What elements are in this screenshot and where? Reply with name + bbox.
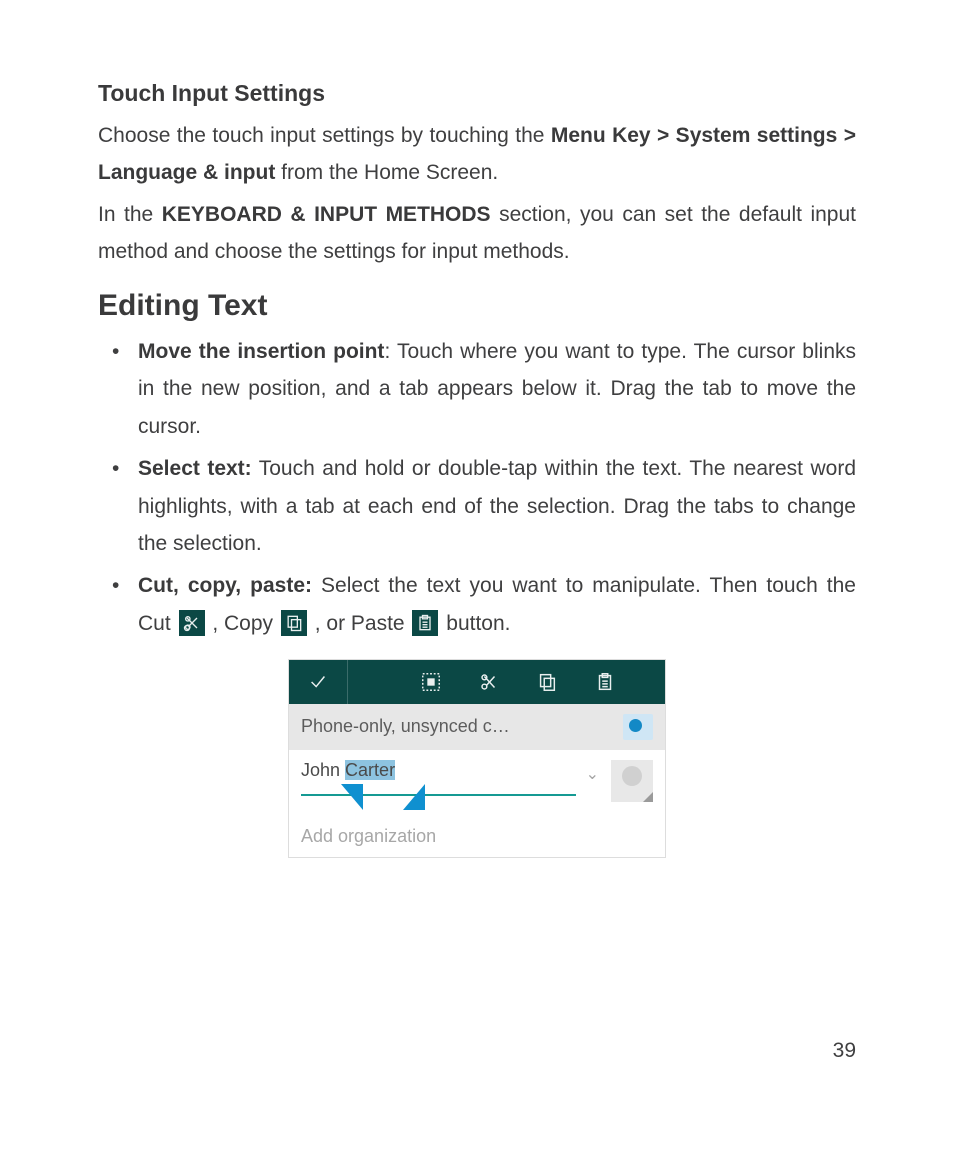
check-icon <box>307 671 329 693</box>
list-item: Move the insertion point: Touch where yo… <box>138 333 856 446</box>
item-text: , Copy <box>207 612 279 635</box>
select-all-icon <box>420 671 442 693</box>
item-label: Move the insertion point <box>138 340 384 363</box>
text: Choose the touch input settings by touch… <box>98 124 551 147</box>
example-screenshot: Phone-only, unsynced c… John Carter ⌄ Ad… <box>288 659 666 858</box>
name-text-pre: John <box>301 760 345 780</box>
selection-handle-right[interactable] <box>403 784 425 810</box>
section-heading-touch-input: Touch Input Settings <box>98 80 856 107</box>
account-row[interactable]: Phone-only, unsynced c… <box>289 704 665 750</box>
selected-text: Carter <box>345 760 395 780</box>
page-number: 39 <box>833 1039 856 1063</box>
list-item: Select text: Touch and hold or double-ta… <box>138 450 856 563</box>
item-label: Select text: <box>138 457 252 480</box>
item-label: Cut, copy, paste: <box>138 574 312 597</box>
editing-text-list: Move the insertion point: Touch where yo… <box>98 333 856 643</box>
item-text: , or Paste <box>309 612 411 635</box>
cut-button[interactable] <box>460 660 518 704</box>
account-label: Phone-only, unsynced c… <box>301 716 510 737</box>
item-text: button. <box>440 612 510 635</box>
selection-toolbar <box>289 660 665 704</box>
selection-handle-left[interactable] <box>341 784 363 810</box>
add-organization-hint[interactable]: Add organization <box>289 802 665 857</box>
section-name: KEYBOARD & INPUT METHODS <box>162 203 491 226</box>
text: In the <box>98 203 162 226</box>
cut-icon <box>478 671 500 693</box>
contact-icon <box>623 714 653 740</box>
paragraph-keyboard-methods: In the KEYBOARD & INPUT METHODS section,… <box>98 196 856 271</box>
cut-icon <box>179 610 205 636</box>
done-button[interactable] <box>289 660 348 704</box>
name-input-row: John Carter ⌄ <box>289 750 665 802</box>
paragraph-touch-input-path: Choose the touch input settings by touch… <box>98 117 856 192</box>
list-item: Cut, copy, paste: Select the text you wa… <box>138 567 856 643</box>
name-input[interactable]: John Carter <box>301 760 576 796</box>
text: from the Home Screen. <box>275 161 498 184</box>
paste-icon <box>594 671 616 693</box>
copy-icon <box>281 610 307 636</box>
copy-button[interactable] <box>518 660 576 704</box>
select-all-button[interactable] <box>402 660 460 704</box>
paste-button[interactable] <box>576 660 634 704</box>
paste-icon <box>412 610 438 636</box>
expand-chevron-icon[interactable]: ⌄ <box>586 764 599 784</box>
contact-avatar[interactable] <box>611 760 653 802</box>
section-heading-editing-text: Editing Text <box>98 289 856 323</box>
copy-icon <box>536 671 558 693</box>
